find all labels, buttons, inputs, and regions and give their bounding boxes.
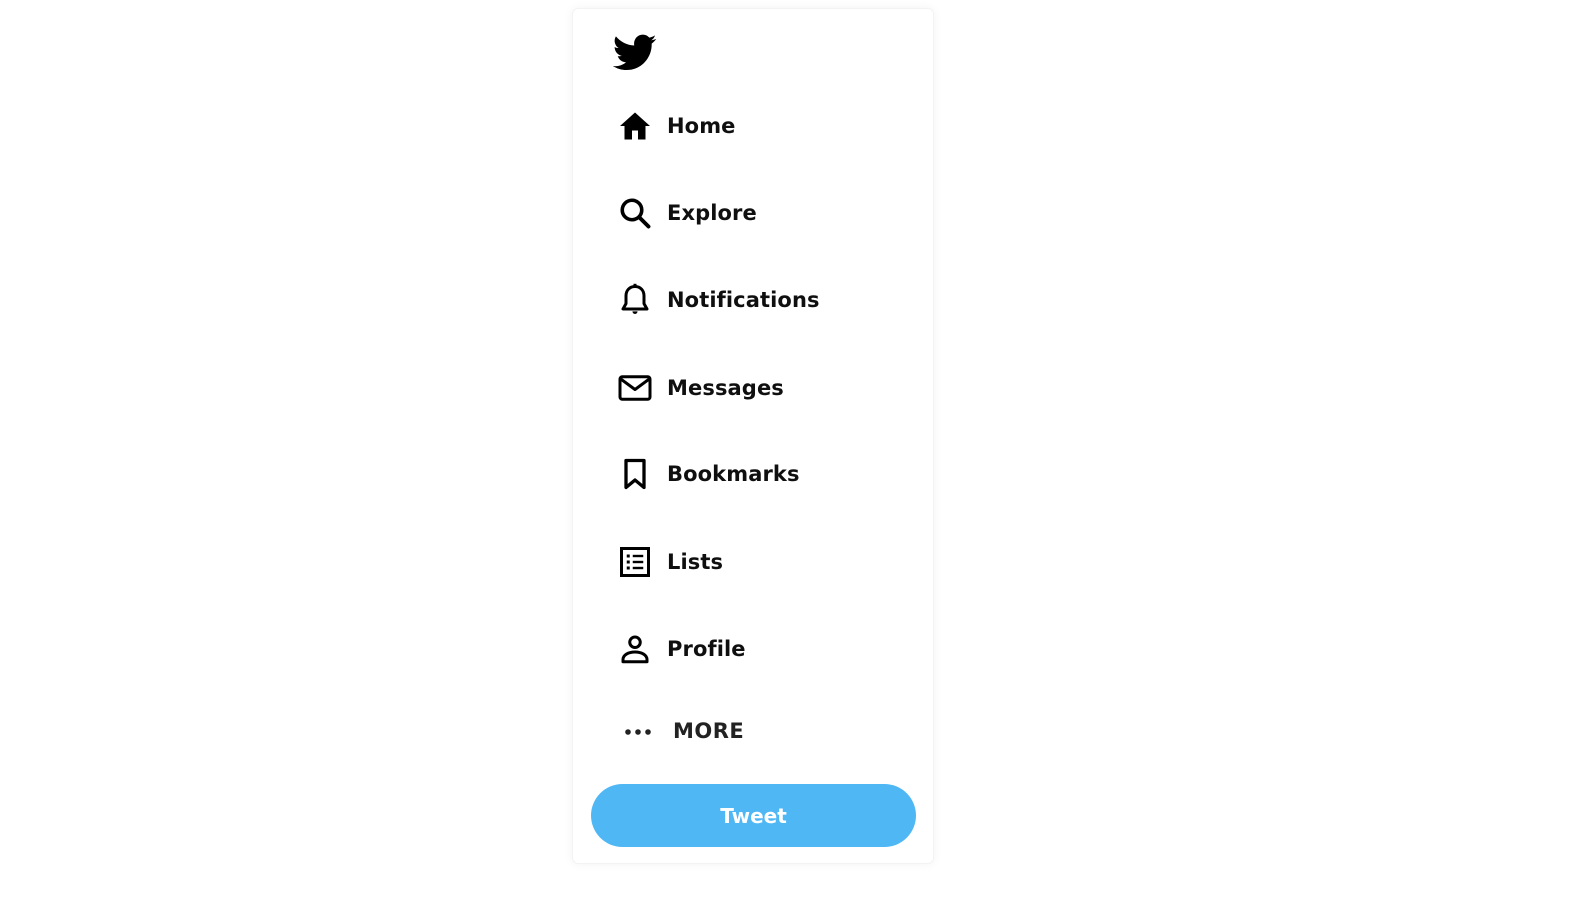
nav-label: Explore: [667, 201, 757, 225]
twitter-logo[interactable]: [613, 34, 657, 72]
nav-item-home[interactable]: Home: [603, 98, 905, 154]
tweet-button[interactable]: Tweet: [591, 784, 916, 847]
nav-item-lists[interactable]: Lists: [603, 534, 905, 590]
nav-item-bookmarks[interactable]: Bookmarks: [603, 446, 905, 502]
nav-label: Lists: [667, 550, 724, 574]
sidebar: Home Explore Notifications Messages Book…: [572, 8, 934, 864]
nav-item-profile[interactable]: Profile: [603, 621, 905, 677]
nav-label: Home: [667, 114, 736, 138]
nav-label: Notifications: [667, 288, 820, 312]
nav-item-notifications[interactable]: Notifications: [603, 272, 905, 328]
nav-label: Profile: [667, 637, 746, 661]
nav-item-explore[interactable]: Explore: [603, 185, 905, 241]
more-label: MORE: [673, 719, 745, 743]
home-icon: [603, 98, 667, 154]
user-icon: [603, 621, 667, 677]
nav-label: Bookmarks: [667, 462, 800, 486]
nav-label: Messages: [667, 376, 784, 400]
more-horizontal-icon: [603, 703, 673, 759]
bell-icon: [603, 272, 667, 328]
list-icon: [603, 534, 667, 590]
twitter-bird-icon: [613, 34, 657, 72]
nav-item-more[interactable]: MORE: [603, 703, 905, 759]
nav-item-messages[interactable]: Messages: [603, 360, 905, 416]
bookmark-icon: [603, 446, 667, 502]
mail-icon: [603, 360, 667, 416]
search-icon: [603, 185, 667, 241]
